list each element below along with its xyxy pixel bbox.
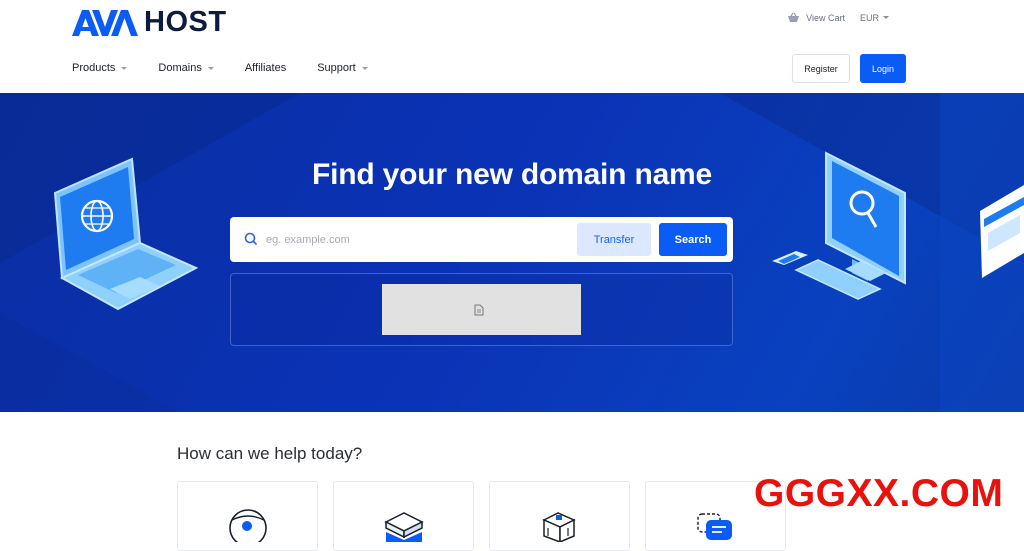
help-card-hosting[interactable] [333, 481, 474, 551]
domain-search-hero: Find your new domain name Transfer Searc… [0, 93, 1024, 412]
register-button[interactable]: Register [792, 54, 850, 83]
domain-search-bar: Transfer Search [230, 217, 733, 262]
captcha-image[interactable] [382, 284, 581, 335]
hero-title: Find your new domain name [311, 158, 713, 191]
currency-label: EUR [859, 12, 879, 23]
currency-selector[interactable]: EUR [860, 13, 889, 23]
help-card-domains[interactable] [177, 481, 318, 551]
ava-logo-mark-icon [72, 9, 138, 36]
globe-icon [229, 509, 267, 542]
transfer-button[interactable]: Transfer [577, 223, 651, 256]
chevron-down-icon [883, 16, 889, 19]
nav-item-affiliates[interactable]: Affiliates [245, 62, 286, 74]
chevron-down-icon [361, 66, 368, 70]
domain-search-input[interactable] [266, 225, 566, 254]
search-button[interactable]: Search [659, 223, 727, 256]
view-cart-label: View Cart [806, 12, 845, 23]
nav-item-label: Support [317, 62, 356, 74]
nav-item-label: Domains [158, 62, 202, 74]
logo-text: HOST [144, 6, 227, 38]
header-utilities: View Cart EUR [787, 12, 889, 23]
nav-item-products[interactable]: Products [72, 62, 128, 74]
site-logo[interactable]: HOST [72, 8, 227, 37]
search-icon [244, 232, 258, 246]
main-nav: Products Domains Affiliates Support [72, 62, 399, 74]
login-button[interactable]: Login [860, 54, 906, 83]
nav-item-label: Products [72, 62, 116, 74]
chat-icon [697, 513, 732, 540]
chevron-down-icon [207, 66, 214, 70]
nav-item-domains[interactable]: Domains [158, 62, 214, 74]
watermark-text: GGGXX.COM [754, 472, 1004, 515]
captcha-panel [230, 273, 733, 346]
nav-item-label: Affiliates [244, 62, 287, 74]
chevron-down-icon [121, 66, 128, 70]
view-cart-link[interactable]: View Cart [787, 12, 845, 23]
site-header: HOST View Cart EUR Products Domains Affi… [0, 0, 1024, 93]
basket-icon [788, 12, 800, 22]
package-icon [542, 512, 576, 542]
server-icon [384, 512, 424, 542]
broken-image-icon [474, 304, 484, 316]
help-card-packages[interactable] [489, 481, 630, 551]
help-section-title: How can we help today? [177, 444, 363, 463]
nav-item-support[interactable]: Support [317, 62, 368, 74]
